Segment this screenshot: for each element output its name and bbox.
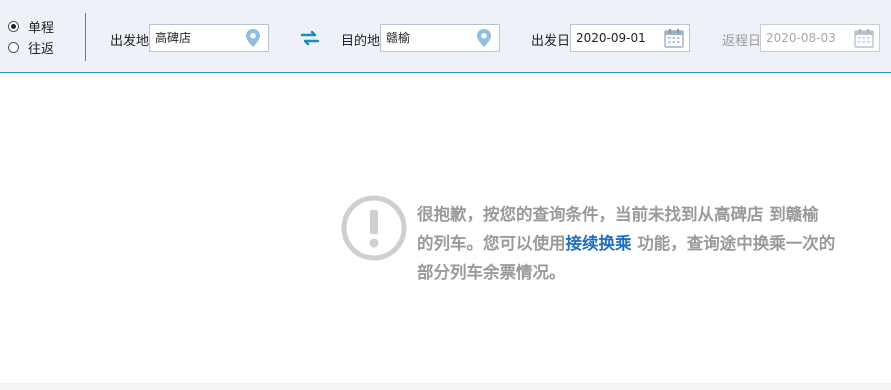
trip-type-one-way[interactable]: 单程 [8,16,54,37]
round-trip-label[interactable]: 往返 [28,38,54,57]
destination-field[interactable]: 赣榆 [380,24,500,52]
search-toolbar: 单程 往返 出发地 高碑店 目的地 赣榆 出发日 2020-09-01 返程日 … [0,0,891,73]
exclamation-circle-icon [340,194,408,262]
round-trip-radio[interactable] [8,42,19,53]
calendar-icon[interactable] [853,27,875,49]
location-pin-icon[interactable] [473,27,495,49]
departure-value: 高碑店 [155,31,192,45]
one-way-radio[interactable] [8,21,19,32]
depart-date-field[interactable]: 2020-09-01 [570,24,690,52]
one-way-label[interactable]: 单程 [28,17,54,36]
no-results-text: 很抱歉，按您的查询条件，当前未找到从高碑店 到赣榆 的列车。您可以使用接续换乘 … [417,200,837,287]
calendar-icon[interactable] [663,27,685,49]
departure-field[interactable]: 高碑店 [149,24,269,52]
depart-date-label: 出发日 [531,34,571,49]
trip-type-group: 单程 往返 [8,16,54,58]
swap-arrows-icon[interactable] [299,30,321,46]
departure-label: 出发地 [110,34,150,49]
return-date-field[interactable]: 2020-08-03 [760,24,880,52]
return-date-value: 2020-08-03 [766,31,836,45]
return-date-label: 返程日 [722,34,762,49]
destination-label: 目的地 [341,34,381,49]
bottom-strip [0,383,891,390]
transfer-link[interactable]: 接续换乘 [566,234,632,253]
toolbar-divider [85,13,86,61]
trip-type-round-trip[interactable]: 往返 [8,37,54,58]
destination-value: 赣榆 [386,31,411,45]
location-pin-icon[interactable] [242,27,264,49]
depart-date-value: 2020-09-01 [576,31,646,45]
